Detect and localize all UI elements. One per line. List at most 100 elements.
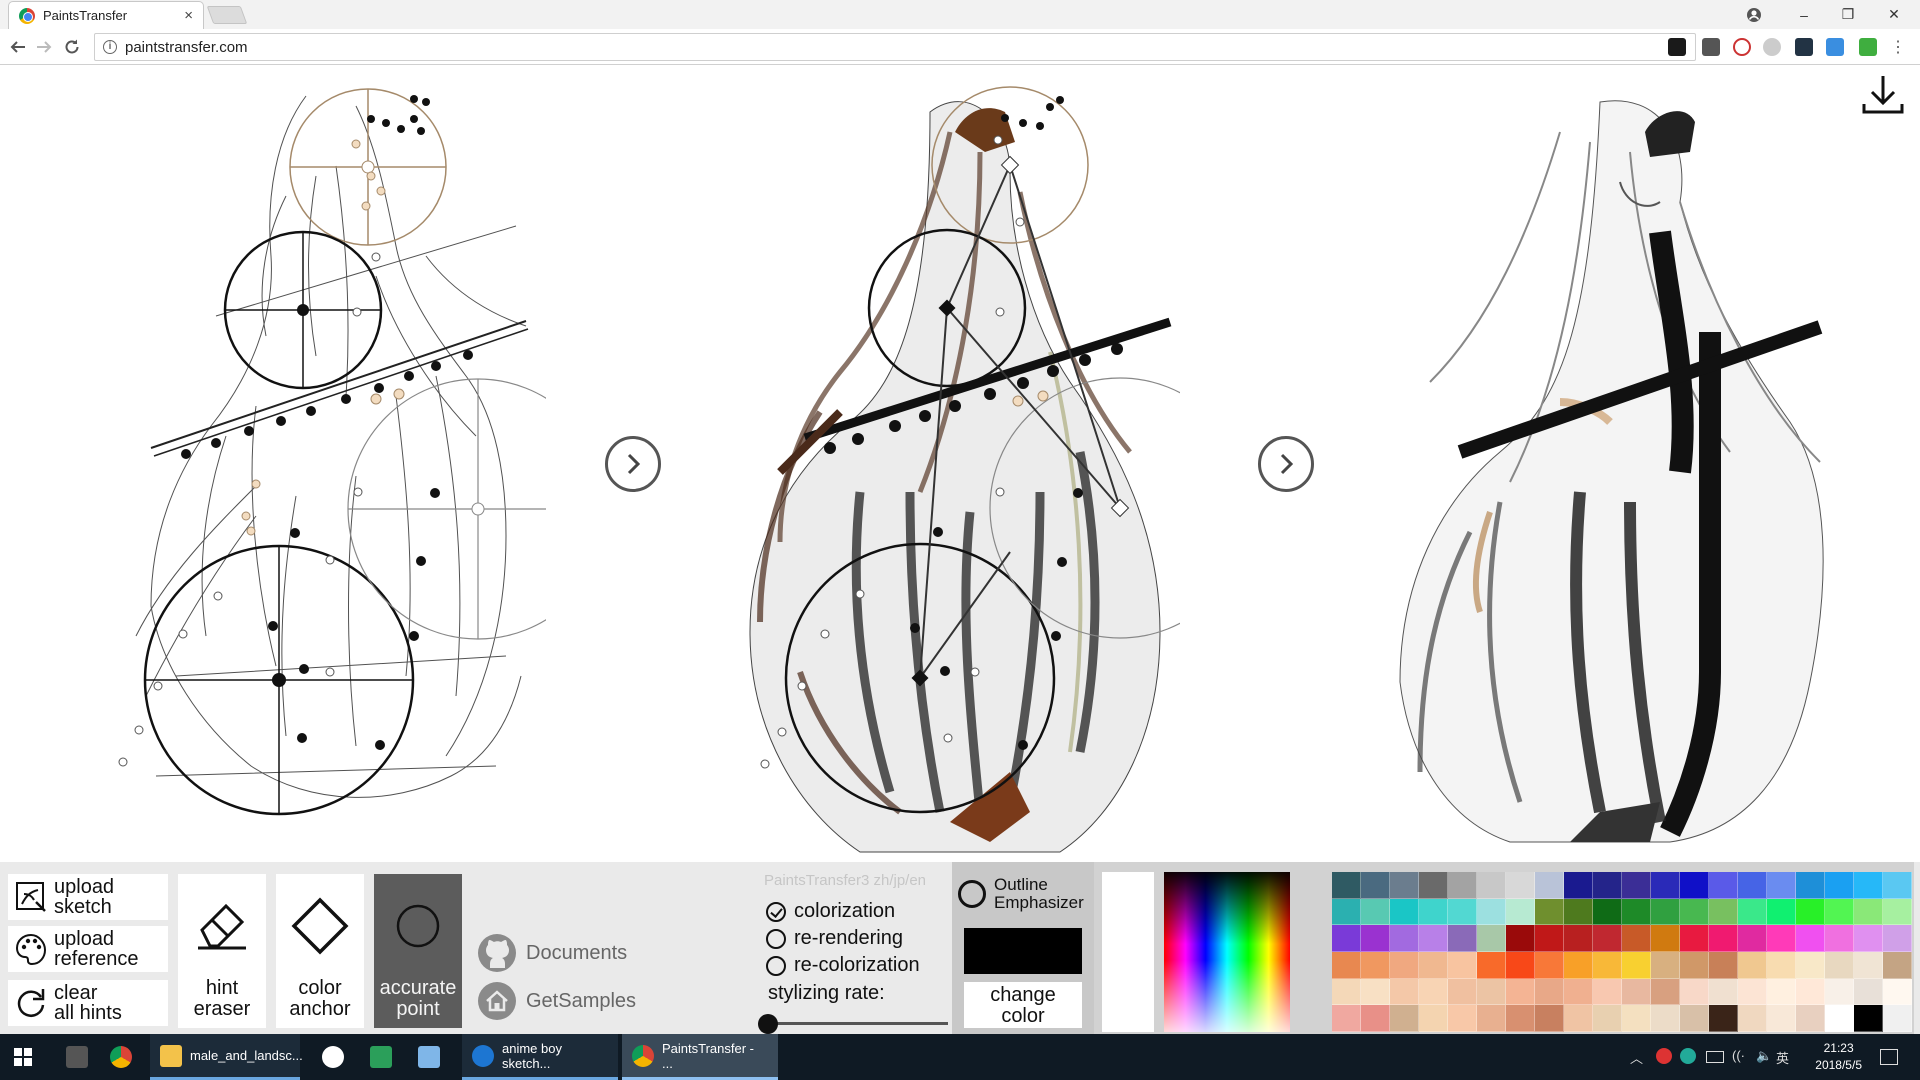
palette-swatch[interactable] — [1419, 1005, 1448, 1032]
tab-close-icon[interactable]: × — [184, 7, 193, 24]
palette-swatch[interactable] — [1448, 872, 1477, 899]
window-minimize-button[interactable]: – — [1782, 0, 1826, 29]
palette-swatch[interactable] — [1622, 978, 1651, 1006]
extension-icon[interactable] — [1702, 38, 1720, 56]
taskbar-item-explorer[interactable]: male_and_landsc... — [150, 1034, 303, 1080]
palette-swatch[interactable] — [1854, 872, 1883, 899]
sketch-canvas[interactable] — [96, 76, 546, 856]
palette-swatch[interactable] — [1535, 872, 1564, 899]
palette-swatch[interactable] — [1332, 978, 1361, 1006]
palette-swatch[interactable] — [1796, 951, 1825, 979]
palette-swatch[interactable] — [1535, 925, 1564, 952]
palette-swatch[interactable] — [1738, 925, 1767, 952]
brightness-bar[interactable] — [1102, 872, 1154, 1032]
extension-icon[interactable] — [1795, 38, 1813, 56]
palette-swatch[interactable] — [1767, 1005, 1796, 1032]
palette-swatch[interactable] — [1680, 1005, 1709, 1032]
palette-swatch[interactable] — [1883, 1005, 1912, 1032]
palette-swatch[interactable] — [1680, 925, 1709, 952]
palette-swatch[interactable] — [1796, 872, 1825, 899]
palette-swatch[interactable] — [1448, 978, 1477, 1006]
palette-swatch[interactable] — [1796, 1005, 1825, 1032]
palette-swatch[interactable] — [1477, 872, 1506, 899]
accurate-point-tool[interactable]: accurate point — [374, 874, 462, 1028]
tray-up-chevron-icon[interactable]: ︿ — [1630, 1048, 1643, 1067]
palette-swatch[interactable] — [1738, 951, 1767, 979]
palette-swatch[interactable] — [1767, 872, 1796, 899]
palette-swatch[interactable] — [1361, 1005, 1390, 1032]
palette-swatch[interactable] — [1477, 1005, 1506, 1032]
chrome-taskbar-icon[interactable] — [100, 1034, 142, 1080]
palette-swatch[interactable] — [1361, 872, 1390, 899]
palette-swatch[interactable] — [1448, 1005, 1477, 1032]
palette-swatch[interactable] — [1883, 978, 1912, 1006]
palette-swatch[interactable] — [1883, 925, 1912, 952]
address-bar[interactable]: i paintstransfer.com ☆ — [94, 33, 1696, 61]
adblock-extension-icon[interactable] — [1733, 38, 1751, 56]
palette-swatch[interactable] — [1564, 925, 1593, 952]
palette-swatch[interactable] — [1651, 898, 1680, 926]
volume-icon[interactable]: 🔈 — [1756, 1048, 1772, 1064]
palette-swatch[interactable] — [1738, 872, 1767, 899]
hint-points[interactable] — [118, 95, 485, 767]
palette-swatch[interactable] — [1622, 1005, 1651, 1032]
color-spectrum-picker[interactable] — [1164, 872, 1290, 1032]
palette-swatch[interactable] — [1767, 978, 1796, 1006]
documents-link[interactable]: Documents — [476, 932, 627, 974]
next-arrow-button[interactable] — [605, 436, 661, 492]
palette-swatch[interactable] — [1825, 1005, 1854, 1032]
get-samples-link[interactable]: GetSamples — [476, 980, 636, 1022]
palette-swatch[interactable] — [1593, 872, 1622, 899]
palette-swatch[interactable] — [1332, 1005, 1361, 1032]
palette-swatch[interactable] — [1593, 1005, 1622, 1032]
palette-swatch[interactable] — [1854, 898, 1883, 926]
palette-swatch[interactable] — [1622, 925, 1651, 952]
palette-swatch[interactable] — [1477, 978, 1506, 1006]
palette-swatch[interactable] — [1767, 951, 1796, 979]
site-info-icon[interactable]: i — [103, 40, 117, 54]
palette-swatch[interactable] — [1448, 951, 1477, 979]
pycharm-taskbar-icon[interactable] — [360, 1034, 402, 1080]
calculator-taskbar-icon[interactable] — [56, 1034, 98, 1080]
palette-swatch[interactable] — [1622, 951, 1651, 979]
palette-swatch[interactable] — [1738, 1005, 1767, 1032]
palette-swatch[interactable] — [1651, 1005, 1680, 1032]
palette-swatch[interactable] — [1796, 978, 1825, 1006]
extension-icon[interactable] — [1763, 38, 1781, 56]
palette-swatch[interactable] — [1506, 1005, 1535, 1032]
tray-app-icon[interactable] — [1656, 1048, 1672, 1064]
palette-swatch[interactable] — [1361, 925, 1390, 952]
next-arrow-button[interactable] — [1258, 436, 1314, 492]
palette-swatch[interactable] — [1477, 925, 1506, 952]
hint-circle-right[interactable] — [347, 378, 546, 640]
palette-swatch[interactable] — [1825, 951, 1854, 979]
palette-swatch[interactable] — [1709, 898, 1738, 926]
palette-swatch[interactable] — [1390, 925, 1419, 952]
forward-arrow-icon[interactable] — [32, 35, 56, 59]
palette-swatch[interactable] — [1738, 898, 1767, 926]
palette-swatch[interactable] — [1361, 898, 1390, 926]
browser-menu-icon[interactable]: ⋮ — [1886, 35, 1910, 59]
palette-swatch[interactable] — [1854, 1005, 1883, 1032]
tray-app-icon[interactable] — [1680, 1048, 1696, 1064]
palette-swatch[interactable] — [1854, 951, 1883, 979]
palette-swatch[interactable] — [1564, 951, 1593, 979]
palette-swatch[interactable] — [1593, 925, 1622, 952]
palette-swatch[interactable] — [1506, 925, 1535, 952]
palette-swatch[interactable] — [1680, 872, 1709, 899]
hint-eraser-tool[interactable]: hint eraser — [178, 874, 266, 1028]
palette-swatch[interactable] — [1825, 978, 1854, 1006]
palette-swatch[interactable] — [1651, 951, 1680, 979]
palette-swatch[interactable] — [1709, 925, 1738, 952]
brand-language-label[interactable]: PaintsTransfer3 zh/jp/en — [764, 872, 926, 889]
palette-swatch[interactable] — [1390, 978, 1419, 1006]
palette-swatch[interactable] — [1651, 925, 1680, 952]
palette-swatch[interactable] — [1332, 925, 1361, 952]
stylizing-rate-slider[interactable] — [758, 1014, 948, 1034]
palette-swatch[interactable] — [1390, 1005, 1419, 1032]
option-re-rendering[interactable]: re-rendering — [766, 927, 903, 950]
palette-swatch[interactable] — [1564, 978, 1593, 1006]
upload-sketch-button[interactable]: upload sketch — [8, 874, 168, 920]
palette-swatch[interactable] — [1390, 872, 1419, 899]
profile-icon[interactable] — [1732, 0, 1776, 29]
